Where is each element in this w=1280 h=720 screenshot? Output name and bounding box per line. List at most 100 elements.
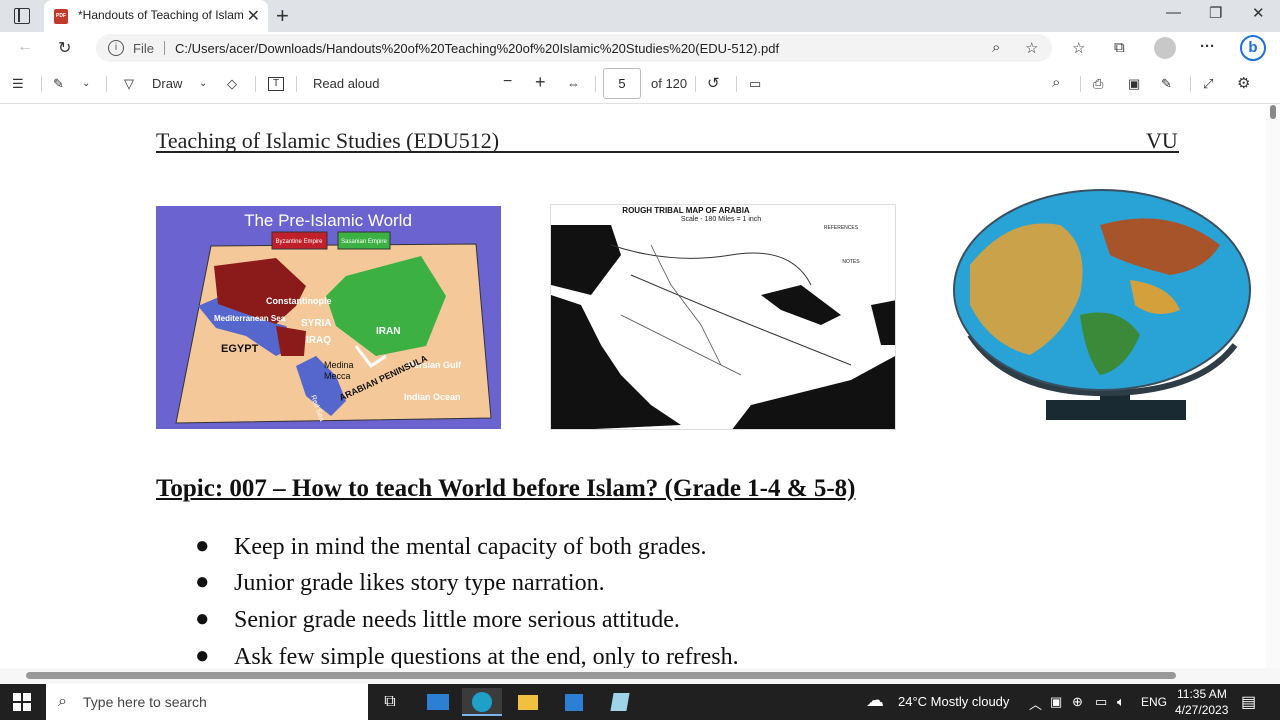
zoom-icon[interactable]: ⌕: [992, 39, 1000, 56]
clock-date[interactable]: 4/27/2023: [1175, 703, 1228, 717]
save-as-icon[interactable]: ✎: [1161, 76, 1172, 92]
print-icon[interactable]: ⎙: [1093, 76, 1103, 92]
divider: [296, 76, 297, 92]
battery-icon[interactable]: ▭: [1095, 694, 1107, 710]
weather-cloud-icon[interactable]: ☁: [866, 690, 884, 711]
rotate-icon[interactable]: ↺: [707, 74, 720, 92]
collections-icon[interactable]: ⧉: [1114, 39, 1125, 56]
divider: [255, 76, 256, 92]
divider: [1080, 76, 1081, 92]
legend-byzantine: Byzantine Empire: [275, 239, 323, 245]
favorites-icon[interactable]: ☆: [1072, 39, 1085, 57]
clock-time[interactable]: 11:35 AM: [1177, 687, 1227, 701]
horizontal-scrollbar[interactable]: [0, 668, 1280, 684]
tab-title: *Handouts of Teaching of Islamic: [78, 8, 243, 22]
task-view-icon[interactable]: ⧉: [370, 688, 410, 716]
topic-heading: Topic: 007 – How to teach World before I…: [156, 475, 856, 502]
tab-actions-icon[interactable]: [14, 8, 30, 24]
eraser-icon[interactable]: ◇: [227, 76, 237, 92]
tribal-map-notes: NOTES: [842, 259, 860, 265]
bullet-text-3: Senior grade needs little more serious a…: [234, 607, 680, 633]
language-indicator[interactable]: ENG: [1141, 695, 1167, 709]
tribal-map-references: REFERENCES: [824, 225, 859, 231]
label-iran: IRAN: [376, 326, 400, 337]
globe-image: [950, 185, 1254, 421]
back-icon[interactable]: ←: [17, 38, 33, 56]
tribal-map-title: ROUGH TRIBAL MAP OF ARABIA: [622, 206, 750, 215]
profile-avatar[interactable]: [1154, 37, 1176, 59]
store-icon[interactable]: [554, 688, 594, 716]
address-bar[interactable]: i File C:/Users/acer/Downloads/Handouts%…: [96, 34, 1052, 62]
volume-icon[interactable]: 🔈︎: [1117, 694, 1125, 710]
divider: [106, 76, 107, 92]
read-aloud-button[interactable]: Read aloud: [313, 76, 380, 91]
tribal-map-scale: Scale - 180 Miles = 1 inch: [681, 216, 761, 223]
label-mediterranean: Mediterranean Sea: [214, 314, 286, 323]
bing-icon[interactable]: b: [1240, 35, 1266, 61]
favorite-star-icon[interactable]: ☆: [1025, 39, 1038, 57]
tab-close-icon[interactable]: ✕: [247, 6, 260, 26]
zoom-in-icon[interactable]: +: [535, 72, 546, 93]
chevron-down-icon[interactable]: ⌄: [199, 78, 207, 89]
label-syria: SYRIA: [301, 318, 332, 329]
network-icon[interactable]: ⊕: [1072, 694, 1083, 710]
tab-strip: PDF *Handouts of Teaching of Islamic ✕ +…: [0, 0, 1280, 32]
more-icon[interactable]: ···: [1200, 38, 1215, 55]
contents-icon[interactable]: ☰: [12, 76, 24, 92]
window-close-icon[interactable]: ✕: [1252, 4, 1265, 22]
scroll-thumb[interactable]: [1270, 105, 1276, 119]
taskbar-search[interactable]: ⌕ Type here to search: [46, 684, 368, 720]
label-indian-ocean: Indian Ocean: [404, 392, 461, 402]
page-total: of 120: [651, 76, 688, 91]
search-placeholder: Type here to search: [83, 694, 207, 710]
pre-islamic-world-map: The Pre-Islamic World Byzantine Empire S…: [156, 206, 501, 429]
settings-gear-icon[interactable]: ⚙: [1237, 74, 1250, 92]
tribal-map-of-arabia: ROUGH TRIBAL MAP OF ARABIA Scale - 180 M…: [550, 204, 896, 430]
page-number-input[interactable]: 5: [603, 68, 641, 99]
fullscreen-icon[interactable]: ⤢: [1203, 76, 1213, 92]
weather-text[interactable]: 24°C Mostly cloudy: [898, 694, 1009, 709]
divider: [164, 41, 165, 55]
address-bar-row: ← ↻ i File C:/Users/acer/Downloads/Hando…: [0, 32, 1280, 64]
fit-page-icon[interactable]: ⇔: [567, 76, 580, 91]
draw-icon[interactable]: ▽: [124, 76, 134, 92]
url-text[interactable]: C:/Users/acer/Downloads/Handouts%20of%20…: [175, 41, 779, 56]
zoom-out-icon[interactable]: −: [503, 73, 512, 91]
refresh-icon[interactable]: ↻: [58, 38, 71, 58]
search-icon: ⌕: [58, 693, 67, 710]
save-icon[interactable]: ▣: [1128, 76, 1140, 92]
divider: [695, 76, 696, 92]
vertical-scrollbar[interactable]: [1266, 105, 1280, 668]
app-icon[interactable]: [600, 688, 640, 716]
draw-label[interactable]: Draw: [152, 76, 182, 91]
chevron-up-icon[interactable]: ︿: [1029, 694, 1042, 713]
maximize-icon[interactable]: ❐: [1209, 4, 1222, 22]
text-box-icon[interactable]: T: [268, 77, 284, 91]
minimize-icon[interactable]: —: [1166, 4, 1181, 21]
search-icon[interactable]: ⌕: [1052, 74, 1060, 91]
notifications-icon[interactable]: ▤: [1241, 692, 1256, 712]
edge-browser-icon[interactable]: [462, 688, 502, 716]
new-tab-icon[interactable]: +: [276, 3, 289, 29]
mail-app-icon[interactable]: [418, 688, 458, 716]
chevron-down-icon[interactable]: ⌄: [82, 78, 90, 89]
taskbar: ⌕ Type here to search ⧉ ☁ 24°C Mostly cl…: [0, 684, 1280, 720]
pdf-toolbar: ☰ ✎ ⌄ ▽ Draw ⌄ ◇ T Read aloud − + ⇔ 5 of…: [0, 64, 1280, 104]
label-medina: Medina: [324, 360, 354, 370]
info-icon[interactable]: i: [108, 40, 124, 56]
scroll-thumb[interactable]: [26, 672, 1176, 679]
label-iraq: IRAQ: [306, 335, 331, 346]
page-view-icon[interactable]: ▭: [749, 76, 761, 92]
meet-icon[interactable]: ▣: [1050, 694, 1062, 710]
bullet-icon: ●: [195, 533, 210, 559]
label-egypt: EGYPT: [221, 343, 259, 355]
file-explorer-icon[interactable]: [508, 688, 548, 716]
divider: [595, 76, 596, 92]
windows-start-icon[interactable]: [13, 693, 31, 711]
header-rule: [156, 151, 1179, 153]
browser-tab[interactable]: PDF *Handouts of Teaching of Islamic ✕: [44, 0, 268, 32]
highlight-icon[interactable]: ✎: [53, 76, 64, 92]
bullet-icon: ●: [195, 606, 210, 632]
legend-sasanian: Sasanian Empire: [341, 239, 387, 245]
pdf-favicon-icon: PDF: [54, 9, 68, 24]
